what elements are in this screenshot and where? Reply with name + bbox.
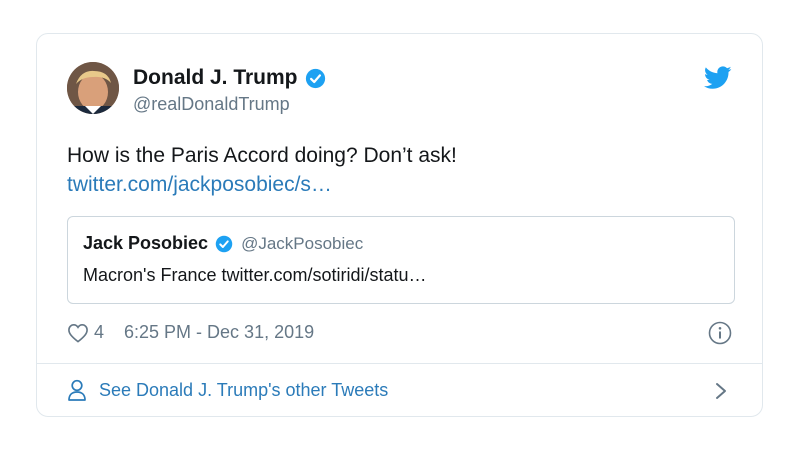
tweet-meta: 4 6:25 PM - Dec 31, 2019 (67, 322, 314, 343)
quoted-text: Macron's France twitter.com/sotiridi/sta… (83, 265, 427, 285)
heart-icon[interactable] (67, 323, 89, 343)
other-tweets-label[interactable]: See Donald J. Trump's other Tweets (99, 380, 388, 401)
verified-badge-icon (215, 235, 233, 253)
timestamp[interactable]: 6:25 PM - Dec 31, 2019 (124, 322, 314, 343)
info-icon[interactable] (708, 321, 732, 345)
tweet-link[interactable]: twitter.com/jackposobiec/s… (67, 173, 332, 197)
chevron-right-icon[interactable] (714, 381, 728, 401)
tweet-text: How is the Paris Accord doing? Don’t ask… (67, 144, 457, 167)
quoted-author-handle[interactable]: @JackPosobiec (241, 234, 363, 254)
like-count[interactable]: 4 (94, 322, 104, 343)
other-tweets-link[interactable]: See Donald J. Trump's other Tweets (67, 379, 388, 401)
author-name[interactable]: Donald J. Trump (133, 66, 298, 90)
twitter-bird-icon[interactable] (703, 66, 732, 90)
author-handle[interactable]: @realDonaldTrump (133, 94, 290, 115)
avatar[interactable] (67, 62, 119, 114)
tweet-card[interactable]: Donald J. Trump @realDonaldTrump How is … (36, 33, 763, 417)
verified-badge-icon (305, 68, 326, 89)
person-icon (67, 379, 87, 401)
quoted-tweet[interactable]: Jack Posobiec @JackPosobiec Macron's Fra… (67, 216, 735, 304)
divider (37, 363, 762, 364)
quoted-author-name[interactable]: Jack Posobiec (83, 233, 208, 254)
author-name-row[interactable]: Donald J. Trump (133, 66, 326, 90)
quoted-author-row[interactable]: Jack Posobiec @JackPosobiec (83, 233, 363, 254)
